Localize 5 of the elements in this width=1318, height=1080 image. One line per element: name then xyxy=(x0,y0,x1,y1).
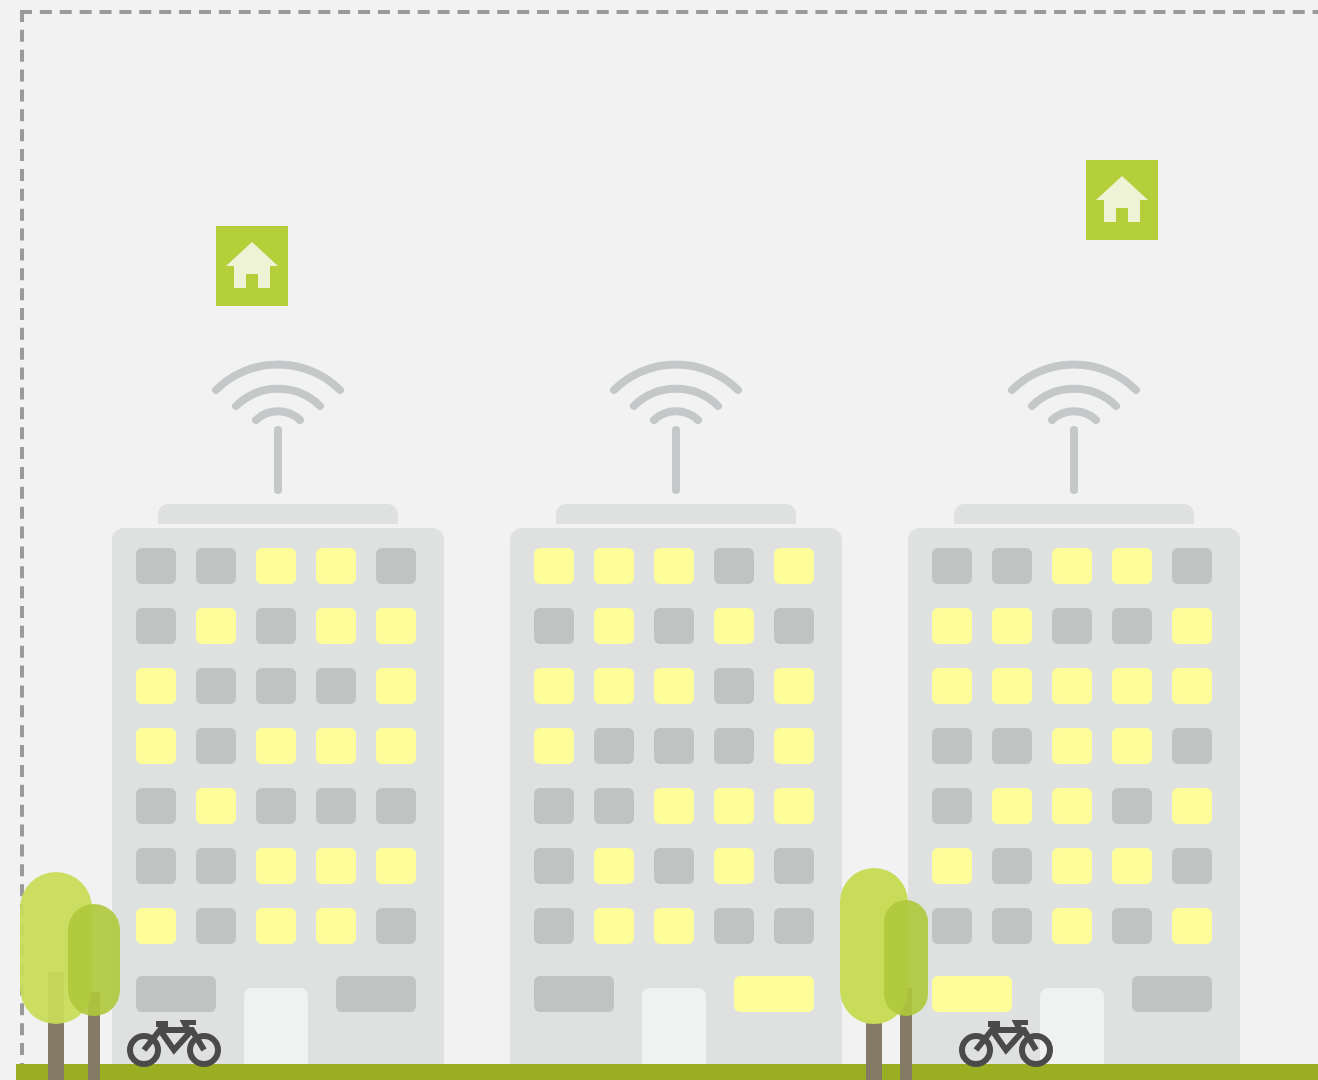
bicycle-icon xyxy=(124,1020,224,1068)
door xyxy=(244,988,308,1064)
bicycle-icon xyxy=(956,1020,1056,1068)
door xyxy=(642,988,706,1064)
door xyxy=(1040,988,1104,1064)
